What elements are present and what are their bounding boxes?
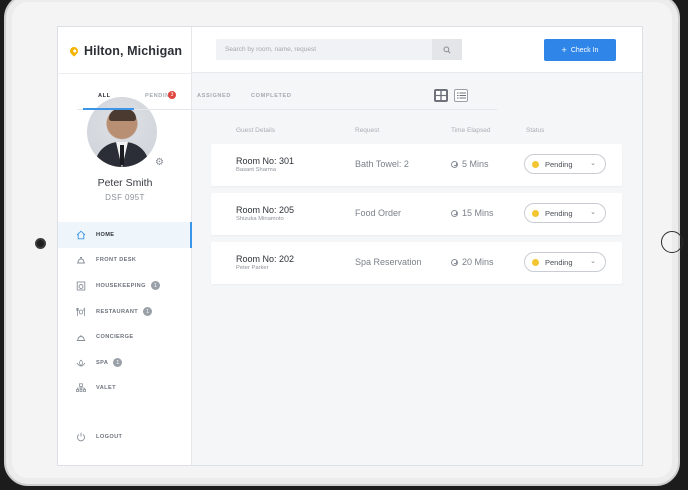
status-dropdown[interactable]: Pending ⌄ — [524, 252, 606, 272]
clock-icon — [451, 258, 458, 266]
room-number: Room No: 202 — [236, 254, 295, 264]
active-tab-indicator — [83, 108, 134, 110]
location-pin-icon — [68, 45, 80, 57]
grid-view-button[interactable] — [434, 89, 448, 102]
home-icon — [75, 229, 86, 240]
app-screen: Hilton, Michigan ⚙ Peter Smith DSF 095T … — [57, 26, 643, 466]
tab-all[interactable]: ALL — [98, 93, 111, 99]
table-row[interactable]: Room No: 202 Peter Parker Spa Reservatio… — [211, 242, 622, 284]
notification-badge: 1 — [150, 281, 160, 291]
front-camera — [37, 240, 44, 247]
search-button[interactable] — [432, 39, 462, 60]
guest-name: Basant Sharma — [236, 167, 276, 173]
sidebar-item-valet[interactable]: VALET — [58, 376, 192, 402]
time-elapsed: 15 Mins — [451, 208, 494, 218]
chevron-down-icon: ⌄ — [590, 209, 596, 216]
gear-icon[interactable]: ⚙ — [155, 157, 164, 168]
sidebar-item-spa[interactable]: SPA 1 — [58, 350, 192, 376]
table-row[interactable]: Room No: 301 Basant Sharma Bath Towel: 2… — [211, 144, 622, 186]
chevron-down-icon: ⌄ — [590, 160, 596, 167]
clock-icon — [451, 209, 458, 217]
sidebar-item-label: SPA — [96, 359, 109, 366]
list-view-button[interactable] — [454, 89, 468, 102]
chevron-down-icon: ⌄ — [590, 258, 596, 265]
search-box — [216, 38, 462, 61]
sidebar-item-label: HOUSEKEEPING — [96, 282, 146, 289]
bell-icon — [75, 255, 86, 266]
sidebar-item-concierge[interactable]: CONCIERGE — [58, 324, 192, 350]
guest-name: Shizuka Minamoto — [236, 216, 284, 222]
column-time-elapsed: Time Elapsed — [451, 127, 491, 134]
sidebar-item-label: CONCIERGE — [96, 334, 134, 341]
valet-icon — [75, 383, 86, 394]
sidebar-item-label: VALET — [96, 385, 116, 392]
home-hardware-button[interactable] — [661, 231, 683, 253]
logout-label: LOGOUT — [96, 433, 123, 440]
column-status: Status — [526, 127, 545, 134]
check-in-label: Check In — [570, 46, 599, 54]
washer-icon — [75, 280, 86, 291]
sidebar-item-label: RESTAURANT — [96, 308, 139, 315]
search-input[interactable] — [216, 38, 437, 61]
tab-completed[interactable]: COMPLETED — [251, 93, 292, 99]
table-row[interactable]: Room No: 205 Shizuka Minamoto Food Order… — [211, 193, 622, 235]
request-tabs: ALL PENDING 3 ASSIGNED COMPLETED — [77, 87, 497, 110]
tab-pending-badge: 3 — [168, 91, 176, 99]
cutlery-icon — [75, 306, 86, 317]
sidebar-item-restaurant[interactable]: RESTAURANT 1 — [58, 299, 192, 325]
notification-badge: 1 — [113, 358, 123, 368]
time-elapsed: 20 Mins — [451, 257, 494, 267]
concierge-icon — [75, 332, 86, 343]
guest-name: Peter Parker — [236, 265, 269, 271]
logout-button[interactable]: LOGOUT — [58, 424, 192, 450]
power-icon — [75, 431, 86, 442]
sidebar-item-label: FRONT DESK — [96, 257, 137, 264]
list-icon — [456, 92, 466, 99]
request-text: Bath Towel: 2 — [355, 159, 409, 169]
logout-section: LOGOUT — [58, 424, 192, 450]
user-code: DSF 095T — [105, 193, 145, 202]
time-elapsed: 5 Mins — [451, 159, 489, 169]
request-text: Spa Reservation — [355, 257, 422, 267]
room-number: Room No: 301 — [236, 156, 295, 166]
notification-badge: 1 — [143, 307, 153, 317]
status-dropdown[interactable]: Pending ⌄ — [524, 154, 606, 174]
search-icon — [443, 46, 451, 54]
plus-icon: + — [561, 45, 567, 55]
hotel-name: Hilton, Michigan — [84, 44, 183, 58]
user-name: Peter Smith — [97, 177, 153, 189]
top-bar: + Check In — [192, 27, 642, 73]
spa-icon — [75, 357, 86, 368]
status-dot — [532, 160, 539, 168]
sidebar-item-label: HOME — [96, 231, 115, 238]
clock-icon — [451, 160, 458, 168]
column-guest-details: Guest Details — [236, 127, 276, 134]
room-number: Room No: 205 — [236, 205, 295, 215]
sidebar-item-front-desk[interactable]: FRONT DESK — [58, 248, 192, 274]
table-header: Guest Details Request Time Elapsed Statu… — [211, 127, 622, 137]
hotel-brand: Hilton, Michigan — [68, 41, 183, 61]
status-dot — [532, 209, 539, 217]
status-dot — [532, 258, 539, 266]
sidebar-nav: HOME FRONT DESK HOUSEKEEPING 1 RESTAURAN… — [58, 222, 192, 401]
sidebar-divider — [58, 73, 192, 74]
tab-assigned[interactable]: ASSIGNED — [197, 93, 231, 99]
column-request: Request — [355, 127, 380, 134]
sidebar-item-home[interactable]: HOME — [58, 222, 192, 248]
check-in-button[interactable]: + Check In — [544, 39, 616, 61]
request-text: Food Order — [355, 208, 402, 218]
sidebar-item-housekeeping[interactable]: HOUSEKEEPING 1 — [58, 273, 192, 299]
status-dropdown[interactable]: Pending ⌄ — [524, 203, 606, 223]
grid-icon — [436, 91, 446, 100]
